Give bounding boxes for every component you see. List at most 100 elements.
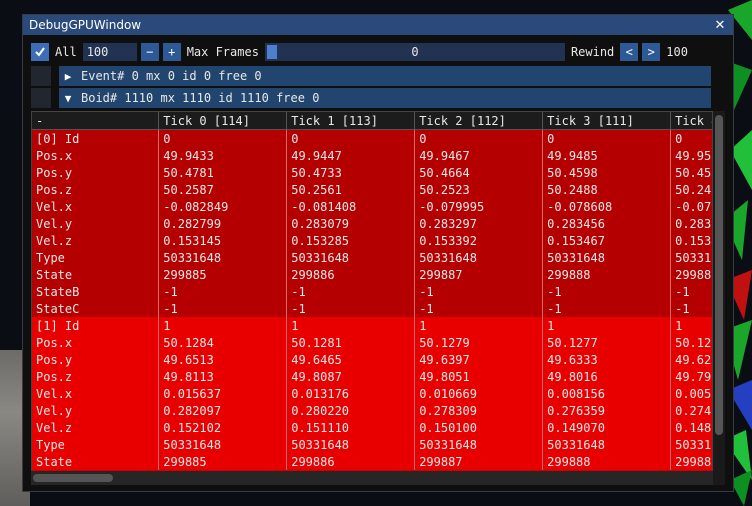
value-cell: 50.1276 xyxy=(670,334,712,351)
value-cell: 0.153145 xyxy=(158,232,288,249)
table-row: Type 50331648 50331648 50331648 50331648 5033… xyxy=(32,249,712,266)
horizontal-scrollbar-thumb[interactable] xyxy=(33,474,113,482)
column-header-tick[interactable]: Tick 4 [110] xyxy=(670,112,712,130)
value-cell: 0.150100 xyxy=(414,419,544,436)
close-icon[interactable]: ✕ xyxy=(713,18,727,33)
frame-slider[interactable]: 0 xyxy=(264,43,565,61)
value-cell: 49.9502 xyxy=(670,147,712,164)
row-label-cell: Pos.x xyxy=(32,334,160,351)
value-cell: -1 xyxy=(286,283,416,300)
table-row: Vel.y 0.282097 0.280220 0.278309 0.276359 0.2… xyxy=(32,402,712,419)
table-row: Vel.z 0.152102 0.151110 0.150100 0.149070 0.1… xyxy=(32,419,712,436)
value-cell: 0.153512 xyxy=(670,232,712,249)
row-label-cell: State xyxy=(32,266,160,283)
rewind-next-button[interactable]: > xyxy=(642,43,661,61)
window-title-bar[interactable]: DebugGPUWindow ✕ xyxy=(23,15,733,35)
column-header-tick[interactable]: Tick 3 [111] xyxy=(542,112,672,130)
event-section-bar[interactable]: ▶ Event# 0 mx 0 id 0 free 0 xyxy=(59,66,711,86)
vertical-scrollbar[interactable] xyxy=(713,111,725,485)
value-cell: 50.1281 xyxy=(286,334,416,351)
value-cell: 50.2587 xyxy=(158,181,288,198)
boid-section-header[interactable]: ▼ Boid# 1110 mx 1110 id 1110 free 0 xyxy=(31,88,711,108)
table-row: Vel.y 0.282799 0.283079 0.283297 0.283456 0.2… xyxy=(32,215,712,232)
event-section-label: Event# 0 mx 0 id 0 free 0 xyxy=(81,69,262,83)
value-cell: -1 xyxy=(542,300,672,317)
row-label-cell: Pos.y xyxy=(32,164,160,181)
table-row: State2998852998862998872998882998892 xyxy=(32,453,712,470)
value-cell: 50.2561 xyxy=(286,181,416,198)
row-label-cell: State xyxy=(32,453,160,470)
value-cell: 50.1284 xyxy=(158,334,288,351)
value-cell: 0.280220 xyxy=(286,402,416,419)
boid-section-pad xyxy=(31,88,51,108)
table-header-row: - Tick 0 [114] Tick 1 [113] Tick 2 [112] Tic… xyxy=(32,112,712,130)
value-cell: 0.276359 xyxy=(542,402,672,419)
value-cell: 0.283079 xyxy=(286,215,416,232)
boid-table: - Tick 0 [114] Tick 1 [113] Tick 2 [112] Tic… xyxy=(32,112,712,470)
value-cell: 49.9467 xyxy=(414,147,544,164)
value-cell: -1 xyxy=(158,283,288,300)
value-cell: 0.153285 xyxy=(286,232,416,249)
value-cell: -0.077247 xyxy=(670,198,712,215)
value-cell: -1 xyxy=(670,300,712,317)
value-cell: 50.4664 xyxy=(414,164,544,181)
all-count-input[interactable]: 100 xyxy=(82,43,137,61)
column-header-field[interactable]: - xyxy=(32,112,160,130)
column-header-tick[interactable]: Tick 0 [114] xyxy=(158,112,288,130)
value-cell: 0 xyxy=(158,129,288,147)
value-cell: 49.6465 xyxy=(286,351,416,368)
value-cell: 0.282799 xyxy=(158,215,288,232)
value-cell: 49.9447 xyxy=(286,147,416,164)
rewind-prev-button[interactable]: < xyxy=(620,43,639,61)
value-cell: 1 xyxy=(158,317,288,334)
value-cell: 0.152102 xyxy=(158,419,288,436)
value-cell: 0 xyxy=(542,129,672,147)
checkmark-icon xyxy=(35,47,45,57)
horizontal-scrollbar[interactable] xyxy=(31,471,713,485)
value-cell: 0.153392 xyxy=(414,232,544,249)
all-checkbox[interactable] xyxy=(31,43,49,61)
value-cell: -1 xyxy=(670,283,712,300)
boid-section-label: Boid# 1110 mx 1110 id 1110 free 0 xyxy=(81,91,320,105)
value-cell: 0.149070 xyxy=(542,419,672,436)
row-label-cell: Vel.y xyxy=(32,402,160,419)
vertical-scrollbar-thumb[interactable] xyxy=(715,115,723,435)
increment-button[interactable]: + xyxy=(162,43,181,61)
value-cell: 49.6333 xyxy=(542,351,672,368)
boid-table-container[interactable]: - Tick 0 [114] Tick 1 [113] Tick 2 [112] Tic… xyxy=(31,111,713,485)
table-row: Pos.y49.651349.646549.639749.633349.6272… xyxy=(32,351,712,368)
value-cell: 299889 xyxy=(670,453,712,470)
row-label-cell: Pos.z xyxy=(32,181,160,198)
column-header-tick[interactable]: Tick 2 [112] xyxy=(414,112,544,130)
value-cell: 50.4781 xyxy=(158,164,288,181)
value-cell: 0.282097 xyxy=(158,402,288,419)
table-row: StateB-1-1-1-1-1- xyxy=(32,283,712,300)
value-cell: 50331648 xyxy=(542,436,672,453)
table-body: [0] Id000000Pos.x49.943349.944749.946749… xyxy=(32,129,712,470)
table-row: [0] Id000000 xyxy=(32,129,712,147)
boid-section-bar[interactable]: ▼ Boid# 1110 mx 1110 id 1110 free 0 xyxy=(59,88,711,108)
row-label-cell: Pos.z xyxy=(32,368,160,385)
table-row: Type 50331648 50331648 50331648 50331648 5033… xyxy=(32,436,712,453)
table-row: Pos.y50.478150.473350.466450.459850.4535… xyxy=(32,164,712,181)
value-cell: 50331648 xyxy=(414,436,544,453)
value-cell: 299886 xyxy=(286,266,416,283)
value-cell: 50.2454 xyxy=(670,181,712,198)
value-cell: 299887 xyxy=(414,266,544,283)
column-header-tick[interactable]: Tick 1 [113] xyxy=(286,112,416,130)
value-cell: 49.9485 xyxy=(542,147,672,164)
row-label-cell: Vel.x xyxy=(32,198,160,215)
event-section-header[interactable]: ▶ Event# 0 mx 0 id 0 free 0 xyxy=(31,66,711,86)
table-row: [1] Id111111 xyxy=(32,317,712,334)
rewind-label: Rewind xyxy=(570,45,615,59)
value-cell: 0 xyxy=(286,129,416,147)
frame-slider-value: 0 xyxy=(411,45,419,59)
value-cell: 50331648 xyxy=(158,436,288,453)
rewind-value: 100 xyxy=(666,45,688,59)
value-cell: 0.015637 xyxy=(158,385,288,402)
decrement-button[interactable]: − xyxy=(140,43,159,61)
value-cell: 49.6397 xyxy=(414,351,544,368)
value-cell: 50331648 xyxy=(286,436,416,453)
row-label-cell: Vel.x xyxy=(32,385,160,402)
value-cell: 299887 xyxy=(414,453,544,470)
